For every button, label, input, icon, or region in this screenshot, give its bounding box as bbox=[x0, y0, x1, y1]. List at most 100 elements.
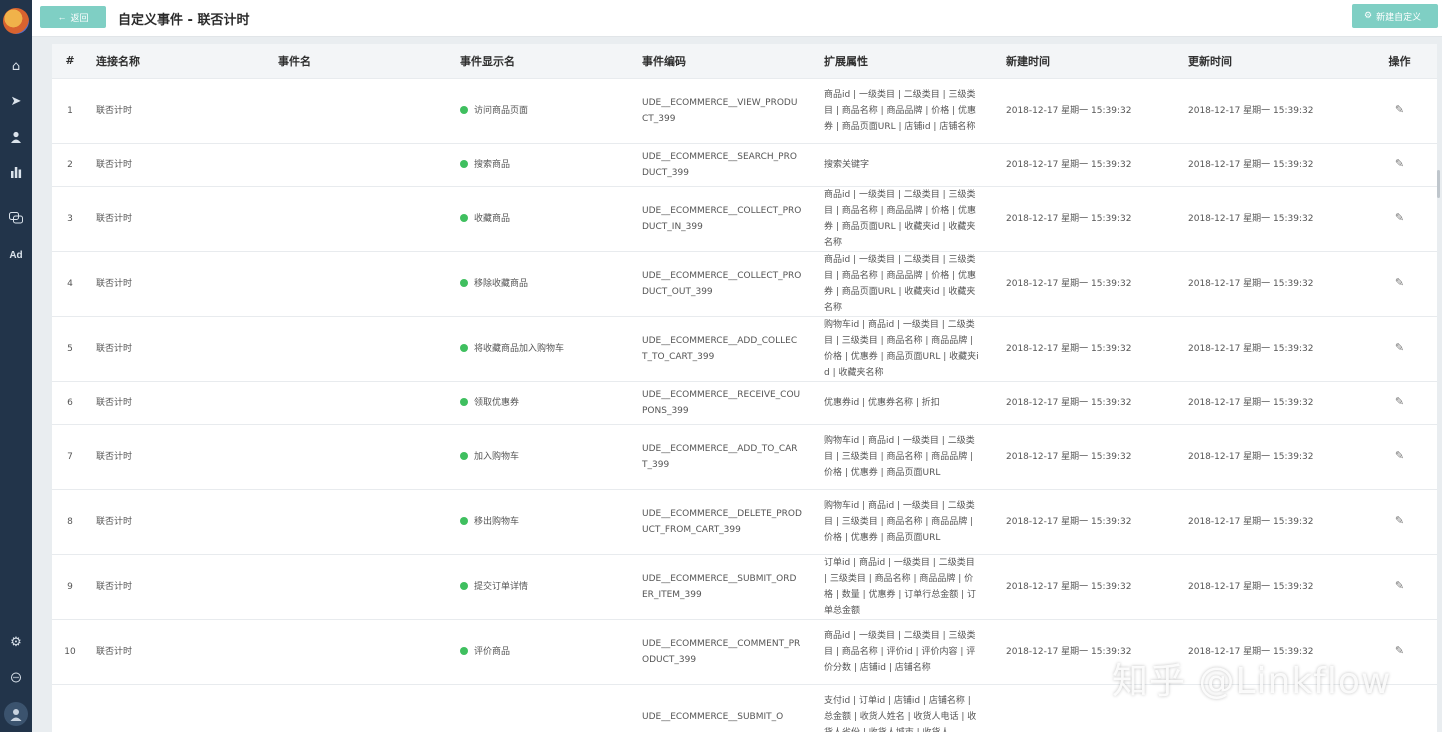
scrollbar-thumb[interactable] bbox=[1437, 170, 1440, 198]
row-number: 3 bbox=[52, 185, 88, 251]
actions-cell: ✎ bbox=[1362, 77, 1437, 143]
edit-icon[interactable]: ✎ bbox=[1395, 643, 1404, 659]
event-name bbox=[270, 250, 452, 316]
display-name-cell bbox=[452, 683, 634, 732]
created-time: 2018-12-17 星期一 15:39:32 bbox=[998, 423, 1180, 489]
status-dot-icon bbox=[460, 159, 468, 168]
connection-name: 联否计时 bbox=[88, 423, 270, 489]
table-row: 3 联否计时 收藏商品 UDE__ECOMMERCE__COLLECT_PRODUCT… bbox=[52, 185, 1437, 251]
display-name: 收藏商品 bbox=[474, 213, 511, 224]
updated-time: 2018-12-17 星期一 15:39:32 bbox=[1180, 77, 1362, 143]
display-name-cell: 访问商品页面 bbox=[452, 77, 634, 143]
user-icon[interactable] bbox=[0, 127, 32, 147]
edit-icon[interactable]: ✎ bbox=[1395, 578, 1404, 594]
event-name bbox=[270, 423, 452, 489]
event-name bbox=[270, 185, 452, 251]
row-number: 6 bbox=[52, 380, 88, 424]
status-dot-icon bbox=[460, 516, 468, 525]
display-name-cell: 加入购物车 bbox=[452, 423, 634, 489]
extended-attributes: 购物车id | 商品id | 一级类目 | 二级类目 | 三级类目 | 商品名称… bbox=[816, 488, 998, 554]
actions-cell: ✎ bbox=[1362, 185, 1437, 251]
actions-cell: ✎ bbox=[1362, 142, 1437, 186]
column-header[interactable]: 事件显示名 bbox=[452, 44, 634, 78]
updated-time: 2018-12-17 星期一 15:39:32 bbox=[1180, 142, 1362, 186]
new-button-label: 新建自定义 bbox=[1376, 12, 1422, 23]
new-custom-event-button[interactable]: ⚙ 新建自定义 bbox=[1352, 4, 1438, 28]
edit-icon[interactable]: ✎ bbox=[1395, 102, 1404, 118]
row-number: 8 bbox=[52, 488, 88, 554]
avatar-icon[interactable] bbox=[4, 702, 28, 726]
table-row: 7 联否计时 加入购物车 UDE__ECOMMERCE__ADD_TO_CART_39… bbox=[52, 423, 1437, 489]
actions-cell: ✎ bbox=[1362, 553, 1437, 619]
table-header-row: # 连接名称 事件名 事件显示名 事件编码 扩展属性 新建时间 更新时间 操作 bbox=[52, 44, 1437, 78]
back-button[interactable]: ← 返回 bbox=[40, 6, 106, 28]
extended-attributes: 商品id | 一级类目 | 二级类目 | 三级类目 | 商品名称 | 商品品牌 … bbox=[816, 185, 998, 251]
extended-attributes: 搜索关键字 bbox=[816, 142, 998, 186]
message-icon[interactable] bbox=[0, 668, 32, 688]
created-time: 2018-12-17 星期一 15:39:32 bbox=[998, 380, 1180, 424]
created-time: 2018-12-17 星期一 15:39:32 bbox=[998, 250, 1180, 316]
status-dot-icon bbox=[460, 213, 468, 222]
status-dot-icon bbox=[460, 105, 468, 114]
edit-icon[interactable]: ✎ bbox=[1395, 156, 1404, 172]
display-name: 评价商品 bbox=[474, 646, 511, 657]
created-time: 2018-12-17 星期一 15:39:32 bbox=[998, 185, 1180, 251]
send-icon[interactable]: ➤ bbox=[0, 91, 32, 111]
chat-icon[interactable] bbox=[0, 208, 32, 228]
app-logo[interactable] bbox=[3, 8, 29, 34]
column-header[interactable]: 事件编码 bbox=[634, 44, 816, 78]
edit-icon[interactable]: ✎ bbox=[1395, 448, 1404, 464]
edit-icon[interactable]: ✎ bbox=[1395, 210, 1404, 226]
created-time: 2018-12-17 星期一 15:39:32 bbox=[998, 315, 1180, 381]
column-header[interactable]: 事件名 bbox=[270, 44, 452, 78]
updated-time: 2018-12-17 星期一 15:39:32 bbox=[1180, 315, 1362, 381]
updated-time: 2018-12-17 星期一 15:39:32 bbox=[1180, 380, 1362, 424]
ad-icon[interactable]: Ad bbox=[0, 245, 32, 265]
event-name bbox=[270, 315, 452, 381]
actions-cell: ✎ bbox=[1362, 488, 1437, 554]
updated-time: 2018-12-17 星期一 15:39:32 bbox=[1180, 423, 1362, 489]
extended-attributes: 购物车id | 商品id | 一级类目 | 二级类目 | 三级类目 | 商品名称… bbox=[816, 423, 998, 489]
edit-icon[interactable]: ✎ bbox=[1395, 340, 1404, 356]
created-time: 2018-12-17 星期一 15:39:32 bbox=[998, 488, 1180, 554]
display-name: 移除收藏商品 bbox=[474, 278, 529, 289]
row-number: 2 bbox=[52, 142, 88, 186]
home-icon[interactable]: ⌂ bbox=[0, 56, 32, 76]
table-row: 9 联否计时 提交订单详情 UDE__ECOMMERCE__SUBMIT_ORDER_… bbox=[52, 553, 1437, 619]
event-code: UDE__ECOMMERCE__ADD_TO_CART_399 bbox=[634, 423, 816, 489]
row-number: 10 bbox=[52, 618, 88, 684]
table-row: 1 联否计时 访问商品页面 UDE__ECOMMERCE__VIEW_PRODUCT_… bbox=[52, 77, 1437, 143]
display-name-cell: 评价商品 bbox=[452, 618, 634, 684]
actions-cell: ✎ bbox=[1362, 250, 1437, 316]
table-row: 4 联否计时 移除收藏商品 UDE__ECOMMERCE__COLLECT_PRODU… bbox=[52, 250, 1437, 316]
column-header[interactable]: 新建时间 bbox=[998, 44, 1180, 78]
event-code: UDE__ECOMMERCE__COLLECT_PRODUCT_IN_399 bbox=[634, 185, 816, 251]
column-header[interactable]: 更新时间 bbox=[1180, 44, 1362, 78]
event-name bbox=[270, 77, 452, 143]
column-header[interactable]: 扩展属性 bbox=[816, 44, 998, 78]
sidebar: ⌂ ➤ Ad ⚙ bbox=[0, 0, 32, 732]
column-header[interactable]: 连接名称 bbox=[88, 44, 270, 78]
actions-cell: ✎ bbox=[1362, 380, 1437, 424]
back-button-label: 返回 bbox=[70, 12, 89, 23]
bar-chart-icon[interactable] bbox=[0, 162, 32, 182]
event-code: UDE__ECOMMERCE__RECEIVE_COUPONS_399 bbox=[634, 380, 816, 424]
table-row: 6 联否计时 领取优惠券 UDE__ECOMMERCE__RECEIVE_COUPON… bbox=[52, 380, 1437, 424]
event-code: UDE__ECOMMERCE__COLLECT_PRODUCT_OUT_399 bbox=[634, 250, 816, 316]
connection-name: 联否计时 bbox=[88, 185, 270, 251]
display-name: 将收藏商品加入购物车 bbox=[474, 343, 565, 354]
extended-attributes: 商品id | 一级类目 | 二级类目 | 三级类目 | 商品名称 | 商品品牌 … bbox=[816, 77, 998, 143]
display-name: 加入购物车 bbox=[474, 451, 520, 462]
edit-icon[interactable]: ✎ bbox=[1395, 394, 1404, 410]
table-row: 8 联否计时 移出购物车 UDE__ECOMMERCE__DELETE_PRODUCT… bbox=[52, 488, 1437, 554]
column-header[interactable]: # bbox=[52, 44, 88, 78]
gear-icon[interactable]: ⚙ bbox=[0, 632, 32, 652]
connection-name: 联否计时 bbox=[88, 250, 270, 316]
connection-name: 联否计时 bbox=[88, 553, 270, 619]
event-name bbox=[270, 488, 452, 554]
edit-icon[interactable]: ✎ bbox=[1395, 275, 1404, 291]
connection-name: 联否计时 bbox=[88, 142, 270, 186]
event-name bbox=[270, 618, 452, 684]
edit-icon[interactable]: ✎ bbox=[1395, 513, 1404, 529]
column-header[interactable]: 操作 bbox=[1362, 44, 1437, 78]
